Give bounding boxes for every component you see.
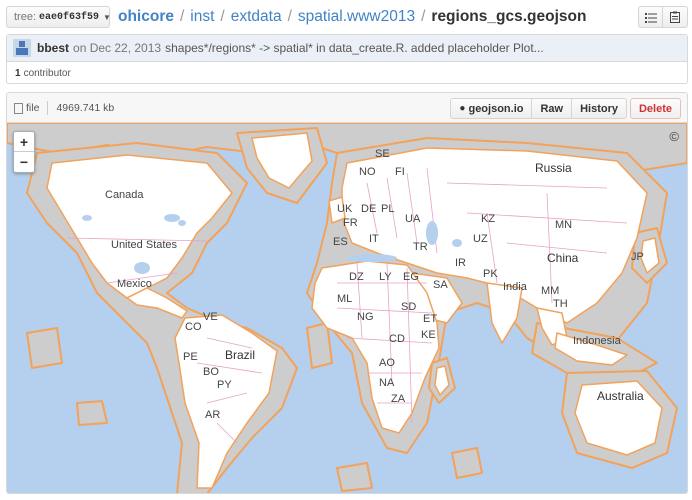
map-label: Mexico [117, 278, 152, 290]
raw-button[interactable]: Raw [532, 98, 573, 119]
zoom-in-button[interactable]: + [14, 132, 34, 152]
map-label: TH [553, 298, 568, 310]
file-header: file 4969.741 kb ● geojson.io Raw Histor… [7, 93, 687, 123]
breadcrumb-path-link[interactable]: spatial.www2013 [298, 8, 415, 26]
divider [47, 101, 49, 115]
map-label: TR [413, 241, 428, 253]
map-label: CO [185, 321, 202, 333]
map-label: UA [405, 213, 421, 225]
map-label: China [547, 251, 579, 265]
contributors: 1 contributor [7, 62, 687, 84]
zoom-controls: + − [13, 131, 35, 173]
map-label: AO [379, 357, 395, 369]
map-label: FR [343, 217, 358, 229]
map-label: NO [359, 166, 376, 178]
zoom-out-button[interactable]: − [14, 152, 34, 172]
map-label: LY [379, 271, 392, 283]
map-label: Canada [105, 189, 144, 201]
file-type-label: file [26, 102, 40, 114]
map-label: ZA [391, 393, 406, 405]
map-label: DE [361, 203, 377, 215]
map-label: DZ [349, 271, 364, 283]
commit-summary-box: bbest on Dec 22, 2013 shapes*/regions* -… [6, 34, 688, 84]
globe-icon: ● [459, 103, 466, 114]
map-label: IT [369, 233, 379, 245]
map-label: India [503, 281, 527, 293]
list-icon[interactable] [638, 6, 663, 28]
map-label: Australia [597, 389, 644, 403]
commit-date: on Dec 22, 2013 [73, 41, 162, 55]
map-label: SD [401, 301, 417, 313]
map-label: MM [541, 285, 560, 297]
map-label: Indonesia [573, 335, 621, 347]
map-label: SE [375, 148, 390, 160]
copyright-icon[interactable]: © [669, 129, 679, 144]
map-label: UK [337, 203, 353, 215]
map-label: United States [111, 239, 178, 251]
geojson-io-button[interactable]: ● geojson.io [450, 98, 533, 119]
view-toggle-group [638, 6, 688, 28]
map-label: PL [381, 203, 395, 215]
map-label: NG [357, 311, 374, 323]
breadcrumb-separator: / [421, 8, 426, 25]
breadcrumb-path-link[interactable]: inst [190, 8, 214, 26]
map-label: SA [433, 279, 448, 291]
map-label: Brazil [225, 348, 256, 362]
clipboard-icon[interactable] [663, 6, 688, 28]
map-label: AR [205, 409, 221, 421]
branch-prefix: tree: [14, 11, 37, 23]
map-label: ML [337, 293, 353, 305]
avatar[interactable] [13, 39, 31, 57]
map-label: Russia [535, 161, 572, 175]
world-map [7, 123, 687, 493]
map-label: IR [455, 257, 466, 269]
map-label: JP [631, 251, 644, 263]
map-label: ET [423, 313, 438, 325]
file-box: file 4969.741 kb ● geojson.io Raw Histor… [6, 92, 688, 494]
map-label: BO [203, 366, 219, 378]
map-label: KZ [481, 213, 496, 225]
branch-name: eae0f63f59 [39, 11, 100, 23]
map-label: VE [203, 311, 218, 323]
commit-info: bbest on Dec 22, 2013 shapes*/regions* -… [7, 35, 687, 62]
breadcrumb: ohicore / inst / extdata / spatial.www20… [118, 6, 586, 28]
breadcrumb-separator: / [179, 8, 185, 25]
breadcrumb-separator: / [220, 8, 225, 25]
breadcrumb-path-link[interactable]: extdata [231, 8, 282, 26]
history-button[interactable]: History [572, 98, 627, 119]
map-label: PE [183, 351, 198, 363]
map-label: NA [379, 377, 395, 389]
geojson-io-label: geojson.io [468, 102, 524, 115]
breadcrumb-repo-link[interactable]: ohicore [118, 8, 174, 26]
map-label: EG [403, 271, 419, 283]
chevron-down-icon: ▼ [103, 12, 111, 22]
file-actions: ● geojson.io Raw History [450, 98, 627, 119]
map-label: PY [217, 379, 232, 391]
commit-message[interactable]: shapes*/regions* -> spatial* in data_cre… [165, 41, 544, 55]
file-size: 4969.741 kb [56, 102, 115, 114]
top-bar: tree: eae0f63f59 ▼ ohicore / inst / extd… [6, 4, 688, 30]
map-label: UZ [473, 233, 488, 245]
file-info: file 4969.741 kb [14, 93, 114, 123]
commit-author[interactable]: bbest [37, 41, 69, 55]
contributors-count: 1 [15, 67, 21, 79]
map-label: KE [421, 329, 436, 341]
breadcrumb-separator: / [287, 8, 292, 25]
map-label: ES [333, 236, 348, 248]
breadcrumb-file-name: regions_gcs.geojson [431, 8, 587, 25]
map-label: FI [395, 166, 405, 178]
map-label: PK [483, 268, 498, 280]
map-label: CD [389, 333, 405, 345]
map-label: MN [555, 219, 573, 231]
file-icon [14, 102, 23, 114]
map-view[interactable]: + − © Canada United States Mexico VE CO … [7, 123, 687, 493]
delete-button[interactable]: Delete [629, 98, 681, 119]
branch-select-button[interactable]: tree: eae0f63f59 ▼ [6, 6, 111, 28]
contributors-label[interactable]: contributor [24, 68, 71, 79]
